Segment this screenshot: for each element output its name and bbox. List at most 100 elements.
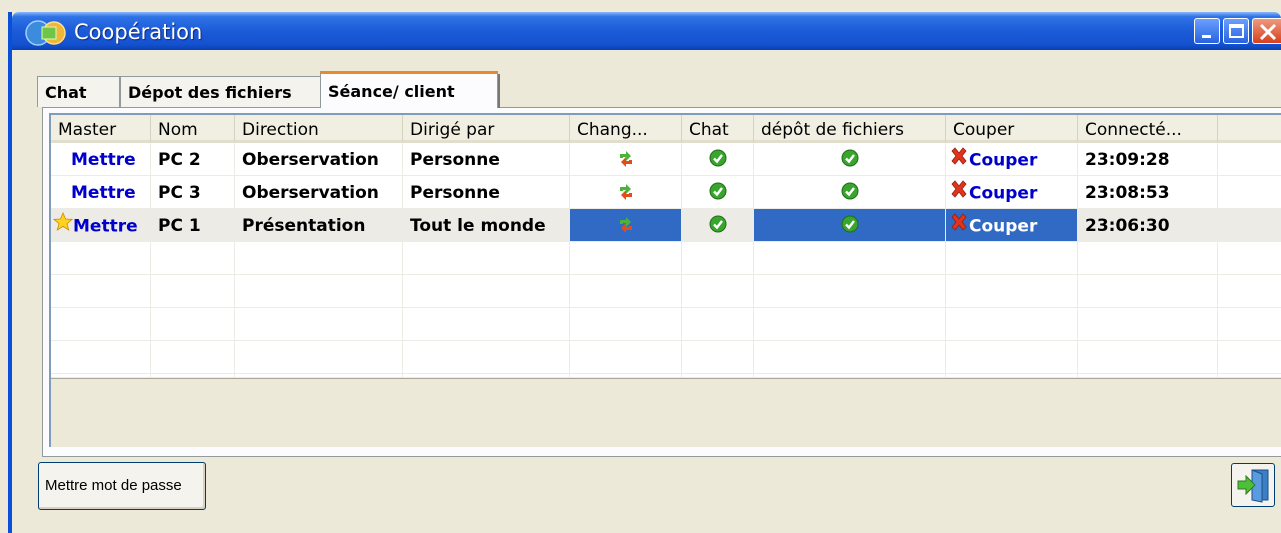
minimize-button[interactable] bbox=[1194, 18, 1220, 44]
cell-change[interactable] bbox=[570, 176, 682, 209]
cell-depot[interactable] bbox=[754, 209, 946, 242]
disconnect-link[interactable]: Couper bbox=[969, 184, 1037, 204]
disconnect-x-icon bbox=[949, 179, 969, 204]
empty-cell bbox=[754, 242, 946, 275]
green-check-icon bbox=[841, 215, 859, 238]
cell-nom: PC 1 bbox=[151, 209, 235, 242]
empty-cell bbox=[51, 308, 151, 341]
cell-chat[interactable] bbox=[682, 209, 754, 242]
exit-door-icon bbox=[1237, 469, 1269, 503]
cell-nom: PC 2 bbox=[151, 143, 235, 176]
close-icon bbox=[1259, 23, 1277, 41]
table-row[interactable]: Mettre PC 1 Présentation Tout le monde Coupe… bbox=[51, 209, 1281, 242]
set-password-button[interactable]: Mettre mot de passe bbox=[38, 462, 206, 510]
tab-depot-fichiers[interactable]: Dépot des fichiers bbox=[120, 76, 322, 107]
cell-chat[interactable] bbox=[682, 143, 754, 176]
cell-depot[interactable] bbox=[754, 176, 946, 209]
cell-nom: PC 3 bbox=[151, 176, 235, 209]
empty-cell bbox=[1078, 308, 1218, 341]
empty-cell bbox=[235, 341, 403, 374]
green-check-icon bbox=[709, 215, 727, 238]
empty-cell bbox=[1078, 275, 1218, 308]
cell-couper[interactable]: Couper bbox=[946, 143, 1078, 176]
cell-connecte: 23:08:53 bbox=[1078, 176, 1218, 209]
table-row[interactable]: Mettre PC 2 Oberservation Personne Couper 23:… bbox=[51, 143, 1281, 176]
empty-cell bbox=[151, 341, 235, 374]
cell-chat[interactable] bbox=[682, 176, 754, 209]
cell-direction: Oberservation bbox=[235, 176, 403, 209]
tab-seance-client[interactable]: Séance/ client bbox=[320, 71, 500, 108]
column-header-connecte[interactable]: Connecté... bbox=[1078, 115, 1218, 143]
cell-depot[interactable] bbox=[754, 143, 946, 176]
empty-cell bbox=[51, 242, 151, 275]
tab-label: Chat bbox=[45, 83, 87, 102]
column-header-direction[interactable]: Direction bbox=[235, 115, 403, 143]
green-check-icon bbox=[841, 149, 859, 172]
cell-dirige: Personne bbox=[403, 143, 570, 176]
empty-cell bbox=[151, 308, 235, 341]
empty-cell bbox=[1218, 308, 1281, 341]
cooperation-window: Coopération Chat Dépot des fichiers Séan… bbox=[8, 12, 1281, 533]
cell-change[interactable] bbox=[570, 209, 682, 242]
cell-dirige: Tout le monde bbox=[403, 209, 570, 242]
empty-cell bbox=[682, 242, 754, 275]
cell-master[interactable]: Mettre bbox=[51, 143, 151, 176]
disconnect-x-icon bbox=[949, 212, 969, 237]
empty-cell bbox=[682, 275, 754, 308]
column-header-dirige-par[interactable]: Dirigé par bbox=[403, 115, 570, 143]
disconnect-link[interactable]: Couper bbox=[969, 217, 1037, 237]
title-bar[interactable]: Coopération bbox=[12, 12, 1281, 50]
empty-cell bbox=[570, 275, 682, 308]
tab-chat[interactable]: Chat bbox=[37, 76, 120, 107]
disconnect-link[interactable]: Couper bbox=[969, 151, 1037, 171]
clients-table: Master Nom Direction Dirigé par Chang...… bbox=[49, 113, 1281, 447]
empty-cell bbox=[754, 275, 946, 308]
cell-filler bbox=[1218, 143, 1281, 176]
column-header-chat[interactable]: Chat bbox=[682, 115, 754, 143]
set-master-link[interactable]: Mettre bbox=[73, 217, 138, 237]
column-header-nom[interactable]: Nom bbox=[151, 115, 235, 143]
cell-dirige: Personne bbox=[403, 176, 570, 209]
close-button[interactable] bbox=[1252, 18, 1281, 44]
cell-direction: Présentation bbox=[235, 209, 403, 242]
cell-master[interactable]: Mettre bbox=[51, 176, 151, 209]
empty-cell bbox=[403, 308, 570, 341]
swap-arrows-icon bbox=[617, 149, 635, 174]
empty-cell bbox=[946, 275, 1078, 308]
column-header-changer[interactable]: Chang... bbox=[570, 115, 682, 143]
green-check-icon bbox=[709, 182, 727, 205]
empty-cell bbox=[1078, 341, 1218, 374]
column-header-master[interactable]: Master bbox=[51, 115, 151, 143]
cell-connecte: 23:09:28 bbox=[1078, 143, 1218, 176]
cell-change[interactable] bbox=[570, 143, 682, 176]
empty-cell bbox=[946, 341, 1078, 374]
empty-cell bbox=[1218, 242, 1281, 275]
minimize-icon bbox=[1202, 35, 1211, 38]
empty-cell bbox=[1218, 341, 1281, 374]
cell-couper[interactable]: Couper bbox=[946, 176, 1078, 209]
cell-couper[interactable]: Couper bbox=[946, 209, 1078, 242]
column-header-depot[interactable]: dépôt de fichiers bbox=[754, 115, 946, 143]
empty-cell bbox=[235, 242, 403, 275]
maximize-button[interactable] bbox=[1223, 18, 1249, 44]
empty-cell bbox=[403, 341, 570, 374]
column-header-couper[interactable]: Couper bbox=[946, 115, 1078, 143]
tab-label: Séance/ client bbox=[328, 82, 455, 101]
set-master-link[interactable]: Mettre bbox=[71, 150, 136, 170]
empty-cell bbox=[235, 308, 403, 341]
table-row[interactable]: Mettre PC 3 Oberservation Personne Couper 23:… bbox=[51, 176, 1281, 209]
green-check-icon bbox=[709, 149, 727, 172]
swap-arrows-icon bbox=[617, 182, 635, 207]
empty-cell bbox=[403, 275, 570, 308]
maximize-icon bbox=[1229, 24, 1244, 38]
empty-cell bbox=[946, 242, 1078, 275]
empty-cell bbox=[51, 275, 151, 308]
empty-cell bbox=[235, 275, 403, 308]
exit-button[interactable] bbox=[1231, 463, 1275, 507]
empty-cell bbox=[754, 308, 946, 341]
cell-filler bbox=[1218, 176, 1281, 209]
cell-master[interactable]: Mettre bbox=[51, 209, 151, 242]
set-master-link[interactable]: Mettre bbox=[71, 183, 136, 203]
green-check-icon bbox=[841, 182, 859, 205]
empty-cell bbox=[151, 275, 235, 308]
